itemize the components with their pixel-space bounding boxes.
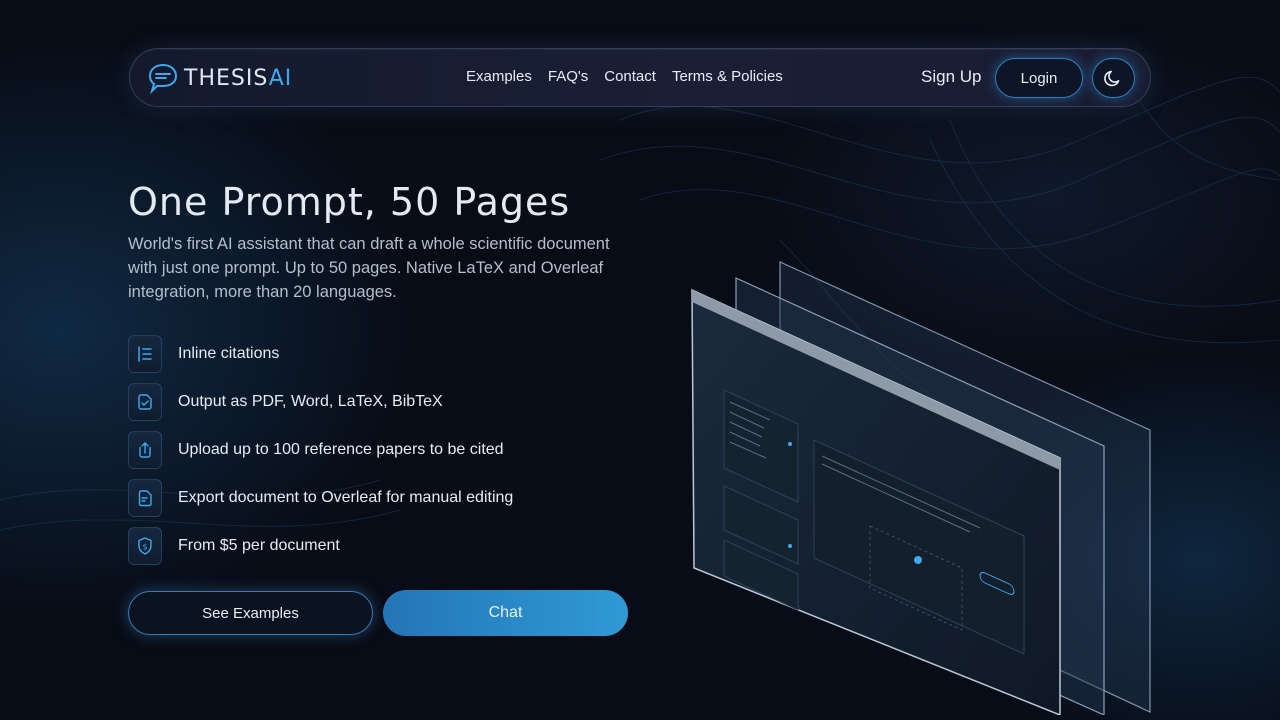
feature-label: Export document to Overleaf for manual e…: [178, 489, 514, 506]
nav-link-faq[interactable]: FAQ's: [548, 68, 588, 85]
nav-link-terms[interactable]: Terms & Policies: [672, 68, 783, 85]
feature-label: Upload up to 100 reference papers to be …: [178, 441, 504, 458]
logo-wordmark: THESISAI: [184, 65, 293, 91]
feature-item: Output as PDF, Word, LaTeX, BibTeX: [128, 383, 513, 421]
nav-link-contact[interactable]: Contact: [604, 68, 656, 85]
feature-item: Upload up to 100 reference papers to be …: [128, 431, 513, 469]
hero-subtitle: World's first AI assistant that can draf…: [128, 235, 610, 301]
hero-title: One Prompt, 50 Pages: [128, 180, 571, 224]
feature-item: Export document to Overleaf for manual e…: [128, 479, 513, 517]
nav-links: Examples FAQ's Contact Terms & Policies: [466, 68, 783, 85]
feature-item: Inline citations: [128, 335, 513, 373]
feature-label: From $5 per document: [178, 537, 340, 554]
moon-icon: [1103, 70, 1119, 87]
site-logo[interactable]: THESISAI: [146, 61, 292, 95]
feature-label: Inline citations: [178, 345, 280, 362]
file-check-icon: [128, 383, 162, 421]
top-navbar: THESISAI Examples FAQ's Contact Terms & …: [129, 48, 1151, 107]
chat-bubble-logo-icon: [148, 63, 178, 95]
see-examples-button[interactable]: See Examples: [128, 591, 373, 635]
feature-list: Inline citations Output as PDF, Word, La…: [128, 335, 513, 575]
feature-item: $ From $5 per document: [128, 527, 513, 565]
feature-label: Output as PDF, Word, LaTeX, BibTeX: [178, 393, 443, 410]
app-preview-illustration: [691, 261, 1151, 715]
nav-link-examples[interactable]: Examples: [466, 68, 532, 85]
svg-text:$: $: [142, 543, 147, 552]
document-edit-icon: [128, 479, 162, 517]
landing-page: THESISAI Examples FAQ's Contact Terms & …: [0, 0, 1280, 720]
signup-link[interactable]: Sign Up: [921, 67, 981, 87]
upload-icon: [128, 431, 162, 469]
chat-button[interactable]: Chat: [383, 590, 628, 636]
theme-toggle-button[interactable]: [1092, 58, 1135, 98]
dollar-shield-icon: $: [128, 527, 162, 565]
list-icon: [128, 335, 162, 373]
login-button[interactable]: Login: [995, 58, 1083, 98]
